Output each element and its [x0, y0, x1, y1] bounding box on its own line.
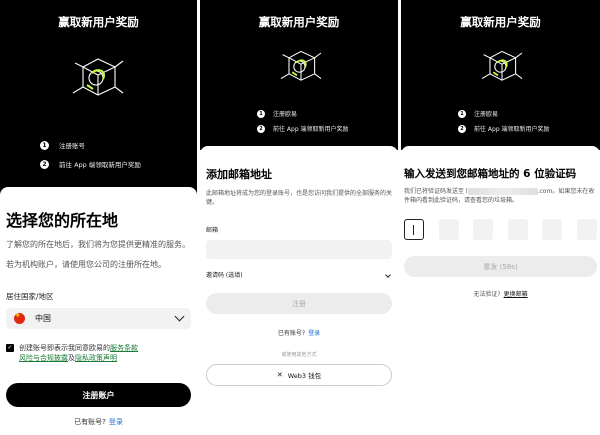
- country-value: 中国: [35, 314, 51, 323]
- code-digit-input[interactable]: [507, 219, 528, 240]
- country-label: 居住国家/地区: [6, 292, 54, 301]
- code-digit-input[interactable]: [473, 219, 494, 240]
- page-title: 输入发送到您邮箱地址的 6 位验证码: [404, 168, 577, 180]
- login-prompt: 已有账号? 登录: [74, 418, 123, 426]
- terms-link[interactable]: 服务条款: [110, 344, 138, 352]
- reward-hero: 赢取新用户奖励 1 注册账号 2 前往 App 端领取新用户奖励: [0, 0, 197, 200]
- register-button[interactable]: 注册: [206, 293, 392, 314]
- chevron-down-icon: [174, 311, 185, 322]
- verify-card: 输入发送到您邮箱地址的 6 位验证码 我们已将验证码发送至 l .com。如果您未…: [401, 146, 600, 435]
- code-inputs: [404, 219, 597, 240]
- terms-agreement: ✓ 创建账号即表示我同意欧易的服务条款 风险与合规披露及隐私政策声明: [6, 344, 138, 362]
- web3-wallet-button[interactable]: ✕ Web3 钱包: [206, 364, 392, 386]
- code-digit-input[interactable]: [404, 219, 424, 240]
- location-card: 选择您的所在地 了解您的所在地后，我们将为您提供更精准的服务。 若为机构账户，请…: [0, 187, 197, 435]
- reward-illustration-icon: [481, 50, 523, 81]
- reward-hero: 赢取新用户奖励 1 注册欧易 2 前往 App 端领取新用户奖励: [200, 0, 398, 150]
- change-email-link[interactable]: 更换邮箱: [504, 291, 528, 298]
- reward-illustration-icon: [280, 50, 322, 81]
- step-1: 1 注册欧易: [458, 109, 498, 118]
- location-description: 了解您的所在地后，我们将为您提供更精准的服务。: [6, 240, 190, 249]
- page-title: 选择您的所在地: [6, 211, 119, 230]
- redacted-email: [467, 188, 538, 195]
- step-1: 1 注册欧易: [257, 109, 297, 118]
- email-description: 此邮箱地址将成为您的登录账号，也是您访问我们提供的全部服务的关键。: [206, 190, 393, 206]
- step-2: 2 前往 App 端领取新用户奖励: [458, 124, 550, 133]
- login-link[interactable]: 登录: [308, 330, 320, 337]
- institution-note: 若为机构账户，请使用您公司的注册所在地。: [6, 260, 166, 269]
- china-flag-icon: [14, 312, 25, 324]
- risk-link[interactable]: 风险与合规披露: [19, 354, 68, 362]
- hero-title: 赢取新用户奖励: [460, 15, 541, 29]
- step-1: 1 注册账号: [40, 140, 85, 150]
- hero-title: 赢取新用户奖励: [58, 15, 139, 29]
- email-panel: 赢取新用户奖励 1 注册欧易 2 前往 App 端领取新用户奖励 添加邮箱地址 …: [200, 0, 398, 435]
- login-prompt: 已有账号? 登录: [277, 330, 321, 337]
- verify-panel: 赢取新用户奖励 1 注册欧易 2 前往 App 端领取新用户奖励 输入发送到您邮…: [401, 0, 600, 435]
- reward-illustration-icon: [72, 58, 124, 96]
- email-card: 添加邮箱地址 此邮箱地址将成为您的登录账号，也是您访问我们提供的全部服务的关键。…: [200, 146, 398, 435]
- step-2: 2 前往 App 端领取新用户奖励: [40, 159, 141, 169]
- register-account-button[interactable]: 注册账户: [6, 383, 191, 407]
- cant-verify-prompt: 无法验证? 更换邮箱: [473, 291, 528, 298]
- country-select[interactable]: 中国: [6, 308, 191, 329]
- email-label: 邮箱: [206, 227, 219, 234]
- privacy-link[interactable]: 隐私政策声明: [75, 354, 117, 362]
- checkmark-icon[interactable]: ✓: [6, 344, 14, 352]
- chevron-down-icon: [385, 271, 391, 278]
- code-digit-input[interactable]: [438, 219, 459, 240]
- email-field[interactable]: [206, 240, 392, 259]
- referral-toggle[interactable]: 邀请码 (选填): [206, 271, 392, 280]
- referral-label: 邀请码 (选填): [206, 272, 243, 279]
- hero-title: 赢取新用户奖励: [258, 15, 340, 29]
- login-link[interactable]: 登录: [109, 418, 123, 426]
- or-divider: 或使用其他方式: [281, 352, 317, 358]
- resend-button[interactable]: 重发 (58s): [404, 256, 597, 277]
- code-digit-input[interactable]: [576, 219, 597, 240]
- location-panel: 赢取新用户奖励 1 注册账号 2 前往 App 端领取新用户奖励 选择您的所在地…: [0, 0, 197, 435]
- reward-hero: 赢取新用户奖励 1 注册欧易 2 前往 App 端领取新用户奖励: [401, 0, 600, 150]
- step-2: 2 前往 App 端领取新用户奖励: [257, 124, 349, 133]
- web3-wallet-icon: ✕: [276, 371, 283, 379]
- page-title: 添加邮箱地址: [206, 168, 272, 181]
- code-digit-input[interactable]: [542, 219, 563, 240]
- verify-description: 我们已将验证码发送至 l .com。如果您未在收件箱内看到此验证码，请查看您的垃圾…: [404, 188, 595, 204]
